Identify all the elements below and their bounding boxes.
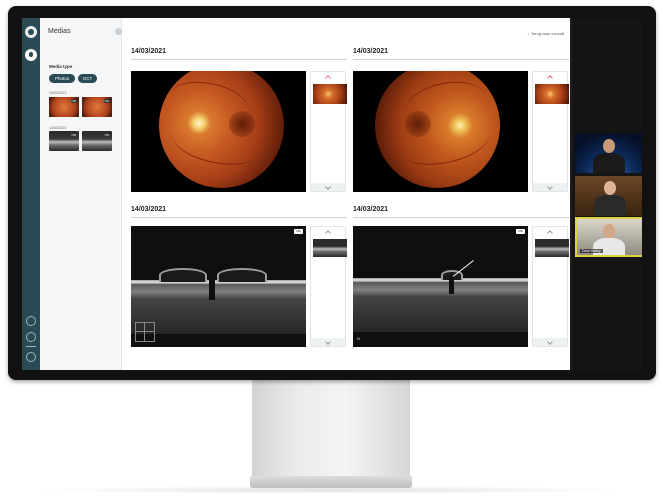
macular-hole (209, 278, 215, 300)
participant-head (603, 224, 615, 238)
oct-choroid-layer (131, 300, 306, 334)
fundus-photo (375, 71, 500, 188)
help-icon[interactable] (26, 332, 36, 342)
scan-line (144, 322, 145, 342)
video-tile-active[interactable]: Dave Bailey (575, 217, 642, 257)
macular-hole (449, 276, 454, 294)
panel-date: 14/03/2021 (131, 206, 167, 213)
monitor-stand-base (250, 476, 412, 488)
thumbnail-oct-od[interactable]: OD (49, 131, 79, 151)
thumbnail-fundus-os[interactable]: OS (82, 97, 112, 117)
fundus-photo (159, 71, 284, 188)
eye-badge: OD (70, 99, 77, 103)
media-viewer: ‹ Terug naar consult 14/03/2021 14/03/20… (123, 18, 570, 370)
participant-body (593, 238, 625, 255)
eye-badge: OD (294, 229, 303, 234)
panel-date: 14/03/2021 (353, 206, 389, 213)
chevron-up-icon[interactable] (547, 230, 553, 236)
back-to-consult-link[interactable]: ‹ Terug naar consult (528, 31, 564, 36)
thumbnail-fundus-od[interactable]: OD (49, 97, 79, 117)
panel-date: 14/03/2021 (353, 48, 389, 55)
fundus-image-left[interactable] (353, 71, 528, 192)
oct-choroid-layer (353, 298, 528, 332)
video-tile[interactable] (575, 133, 642, 173)
collapse-panel-button[interactable] (115, 28, 122, 35)
eye-badge: OD (70, 133, 77, 137)
orientation-label: N (357, 336, 360, 341)
rail-divider (26, 346, 36, 347)
panel-divider (353, 217, 569, 218)
preview-thumbnail[interactable] (313, 239, 347, 257)
chevron-up-icon[interactable] (325, 230, 331, 236)
panel-divider (353, 59, 569, 60)
panel-date: 14/03/2021 (131, 48, 167, 55)
participant-body (593, 153, 625, 173)
oct-scan-os[interactable]: OS N (353, 226, 528, 347)
back-link-label: Terug naar consult (531, 31, 564, 36)
oct-scan-od[interactable]: OD (131, 226, 306, 347)
slice-navigator (310, 226, 347, 347)
chevron-up-icon[interactable] (547, 75, 553, 81)
participant-name: Dave Bailey (580, 249, 603, 253)
annotation-arrow-icon (452, 260, 474, 277)
preview-thumbnail[interactable] (535, 239, 569, 257)
participant-head (603, 139, 615, 153)
oct-cyst (217, 268, 267, 282)
oct-rpe-layer (131, 284, 306, 300)
screen: Medias Media type Photos OCT 14/03/2021 … (22, 18, 642, 370)
group-date: 14/03/2021 (49, 91, 67, 95)
participant-head (604, 181, 616, 195)
monitor: Medias Media type Photos OCT 14/03/2021 … (8, 6, 656, 380)
filter-photos-button[interactable]: Photos (49, 74, 75, 83)
slice-navigator (532, 226, 569, 347)
nav-rail (22, 18, 40, 370)
group-date: 14/03/2021 (49, 126, 67, 130)
thumbnail-oct-os[interactable]: OS (82, 131, 112, 151)
panel-title: Medias (48, 28, 71, 35)
scan-position-box (135, 322, 155, 342)
panel-divider (131, 217, 347, 218)
stage: Medias Media type Photos OCT 14/03/2021 … (0, 0, 663, 500)
info-icon[interactable] (26, 316, 36, 326)
telemedicine-app: Medias Media type Photos OCT 14/03/2021 … (22, 18, 570, 370)
scan-line (135, 331, 155, 332)
oct-rpe-layer (353, 282, 528, 298)
chevron-up-icon[interactable] (325, 75, 331, 81)
eye-badge: OS (516, 229, 525, 234)
participant-body (594, 195, 626, 216)
preview-thumbnail[interactable] (313, 84, 347, 104)
preview-thumbnail[interactable] (535, 84, 569, 104)
oct-cyst (159, 268, 207, 282)
slice-navigator (532, 71, 569, 192)
app-logo-icon[interactable] (25, 26, 37, 38)
media-type-label: Media type (49, 64, 73, 69)
video-call-strip: Dave Bailey (572, 18, 642, 370)
fundus-image-right[interactable] (131, 71, 306, 192)
slice-navigator (310, 71, 347, 192)
user-icon[interactable] (25, 49, 37, 61)
eye-badge: OS (103, 133, 110, 137)
video-tile[interactable] (575, 176, 642, 216)
monitor-stand (252, 380, 410, 476)
filter-oct-button[interactable]: OCT (78, 74, 97, 83)
panel-divider (131, 59, 347, 60)
media-sidepanel: Medias Media type Photos OCT 14/03/2021 … (40, 18, 122, 370)
settings-icon[interactable] (26, 352, 36, 362)
eye-badge: OS (103, 99, 110, 103)
